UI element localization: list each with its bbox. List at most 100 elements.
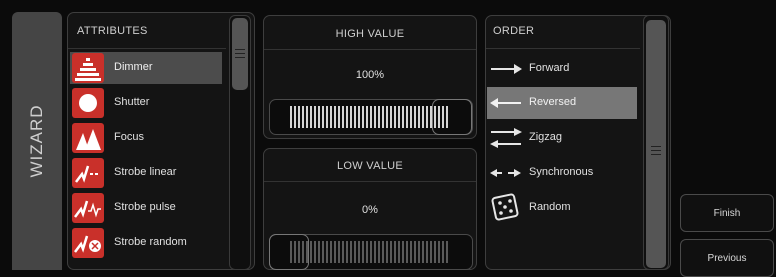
attributes-scrollbar[interactable] <box>229 15 251 270</box>
high-value-slider-handle[interactable] <box>432 99 472 135</box>
slider-tick <box>434 241 436 263</box>
slider-tick <box>306 106 308 128</box>
strobe-random-icon <box>72 228 104 258</box>
attributes-header: ATTRIBUTES <box>77 25 148 37</box>
slider-tick <box>414 241 416 263</box>
slider-tick <box>310 106 312 128</box>
slider-tick <box>334 241 336 263</box>
low-value-header: LOW VALUE <box>336 160 404 172</box>
high-value-slider[interactable] <box>269 99 473 135</box>
slider-tick <box>338 106 340 128</box>
low-value-panel: LOW VALUE 0% <box>263 148 477 270</box>
slider-tick <box>338 241 340 263</box>
attribute-label: Dimmer <box>114 61 153 73</box>
slider-tick <box>354 241 356 263</box>
slider-tick <box>314 241 316 263</box>
slider-tick <box>342 106 344 128</box>
arrow-left-icon <box>489 91 523 115</box>
header-divider <box>264 49 476 50</box>
slider-tick <box>290 106 292 128</box>
previous-button[interactable]: Previous <box>680 239 774 277</box>
slider-tick <box>366 241 368 263</box>
zigzag-arrows-icon <box>489 126 523 150</box>
high-value-header: HIGH VALUE <box>335 28 405 40</box>
slider-tick <box>354 106 356 128</box>
high-value-readout: 100% <box>355 69 385 81</box>
attribute-item-strobe-pulse[interactable]: Strobe pulse <box>70 192 222 224</box>
header-divider <box>68 48 226 49</box>
slider-tick <box>326 241 328 263</box>
slider-tick <box>422 241 424 263</box>
order-label: Zigzag <box>529 131 563 143</box>
slider-tick <box>402 241 404 263</box>
strobe-pulse-icon <box>72 193 104 223</box>
slider-tick <box>370 241 372 263</box>
order-scroll-thumb[interactable] <box>646 20 666 268</box>
slider-tick <box>442 241 444 263</box>
slider-tick <box>378 241 380 263</box>
slider-tick <box>438 241 440 263</box>
order-item-forward[interactable]: Forward <box>487 53 637 85</box>
slider-tick <box>446 241 448 263</box>
order-item-synchronous[interactable]: Synchronous <box>487 157 637 189</box>
attributes-scroll-thumb[interactable] <box>232 18 248 90</box>
wizard-tab-label: WIZARD <box>27 104 46 178</box>
slider-tick <box>382 241 384 263</box>
slider-tick <box>310 241 312 263</box>
high-value-panel: HIGH VALUE 100% <box>263 15 477 139</box>
slider-tick <box>302 106 304 128</box>
order-header: ORDER <box>493 25 535 37</box>
slider-tick <box>394 106 396 128</box>
low-value-slider-handle[interactable] <box>269 234 309 270</box>
slider-tick <box>374 241 376 263</box>
order-item-random[interactable]: Random <box>487 192 637 224</box>
slider-tick <box>390 241 392 263</box>
slider-tick <box>314 106 316 128</box>
slider-tick <box>406 106 408 128</box>
order-label: Random <box>529 201 571 213</box>
slider-tick <box>334 106 336 128</box>
header-divider <box>486 48 640 49</box>
slider-tick <box>418 241 420 263</box>
attribute-label: Strobe random <box>114 236 187 248</box>
attribute-label: Strobe linear <box>114 166 177 178</box>
slider-tick <box>426 106 428 128</box>
arrow-right-icon <box>489 57 523 81</box>
slider-tick <box>350 106 352 128</box>
low-value-slider-ticks <box>290 241 448 263</box>
attribute-item-dimmer[interactable]: Dimmer <box>70 52 222 84</box>
attribute-item-shutter[interactable]: Shutter <box>70 87 222 119</box>
slider-tick <box>342 241 344 263</box>
order-item-zigzag[interactable]: Zigzag <box>487 122 637 154</box>
order-label: Forward <box>529 62 570 74</box>
slider-tick <box>370 106 372 128</box>
low-value-readout: 0% <box>362 204 378 216</box>
attribute-label: Shutter <box>114 96 150 108</box>
slider-tick <box>414 106 416 128</box>
slider-tick <box>346 106 348 128</box>
attribute-item-strobe-linear[interactable]: Strobe linear <box>70 157 222 189</box>
wizard-tab[interactable]: WIZARD <box>12 12 62 270</box>
slider-tick <box>358 106 360 128</box>
slider-tick <box>430 241 432 263</box>
attribute-label: Strobe pulse <box>114 201 176 213</box>
attribute-item-focus[interactable]: Focus <box>70 122 222 154</box>
order-item-reversed[interactable]: Reversed <box>487 87 637 119</box>
attribute-item-strobe-random[interactable]: Strobe random <box>70 227 222 259</box>
slider-tick <box>318 241 320 263</box>
finish-button[interactable]: Finish <box>680 194 774 232</box>
low-value-slider[interactable] <box>269 234 473 270</box>
slider-tick <box>350 241 352 263</box>
high-value-slider-ticks <box>290 106 448 128</box>
slider-tick <box>390 106 392 128</box>
slider-tick <box>374 106 376 128</box>
slider-tick <box>358 241 360 263</box>
slider-tick <box>386 241 388 263</box>
slider-tick <box>378 106 380 128</box>
slider-tick <box>410 241 412 263</box>
slider-tick <box>294 106 296 128</box>
slider-tick <box>326 106 328 128</box>
header-divider <box>264 181 476 182</box>
order-scrollbar[interactable] <box>643 15 669 270</box>
focus-icon <box>72 123 104 153</box>
